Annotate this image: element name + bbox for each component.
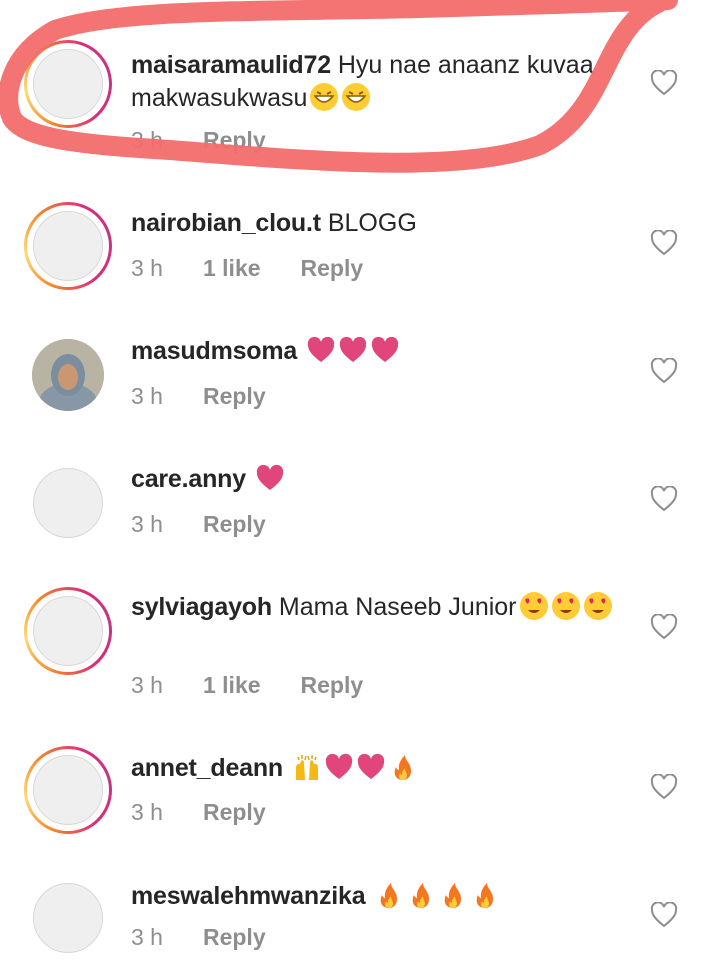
reply-button[interactable]: Reply xyxy=(203,799,266,826)
heart-eyes-emoji-icon xyxy=(581,592,613,621)
comment-text: BLOGG xyxy=(327,209,417,237)
heart-outline-icon[interactable] xyxy=(650,486,678,512)
heart-outline-icon[interactable] xyxy=(650,614,678,640)
fire-emoji-icon xyxy=(372,882,404,910)
comment-time: 3 h xyxy=(131,255,163,281)
reply-button[interactable]: Reply xyxy=(301,672,364,699)
comment-meta: 3 h Reply xyxy=(131,127,306,154)
comment-time: 3 h xyxy=(131,672,163,698)
reply-button[interactable]: Reply xyxy=(301,255,364,282)
avatar[interactable] xyxy=(24,746,112,834)
avatar[interactable] xyxy=(24,202,112,290)
likes-count[interactable]: 1 like xyxy=(203,255,261,282)
avatar[interactable] xyxy=(24,331,112,419)
fire-emoji-icon xyxy=(386,754,418,782)
grin-emoji-icon xyxy=(307,83,339,112)
comment-time: 3 h xyxy=(131,511,163,537)
comment-time: 3 h xyxy=(131,383,163,409)
comment-text: Mama Naseeb Junior xyxy=(278,593,517,621)
comment-meta: 3 h 1 like Reply xyxy=(131,255,403,282)
reply-button[interactable]: Reply xyxy=(203,127,266,154)
comment-meta: 3 h Reply xyxy=(131,799,306,826)
comment-username[interactable]: sylviagayoh xyxy=(131,593,272,621)
heart-outline-icon[interactable] xyxy=(650,902,678,928)
fire-emoji-icon xyxy=(404,882,436,910)
avatar[interactable] xyxy=(24,459,112,547)
heart-outline-icon[interactable] xyxy=(650,70,678,96)
comment-time: 3 h xyxy=(131,127,163,153)
heart-eyes-emoji-icon xyxy=(517,592,549,621)
comment-username[interactable]: care.anny xyxy=(131,465,246,493)
heart-eyes-emoji-icon xyxy=(549,592,581,621)
comment-meta: 3 h Reply xyxy=(131,511,306,538)
comment-username[interactable]: meswalehmwanzika xyxy=(131,882,366,910)
raised-hands-emoji-icon xyxy=(290,754,322,782)
fire-emoji-icon xyxy=(468,882,500,910)
comment-meta: 3 h Reply xyxy=(131,383,306,410)
comment-time: 3 h xyxy=(131,799,163,825)
heart-emoji-icon xyxy=(253,464,285,493)
heart-emoji-icon xyxy=(368,336,400,365)
heart-outline-icon[interactable] xyxy=(650,358,678,384)
avatar[interactable] xyxy=(24,40,112,128)
comment-username[interactable]: annet_deann xyxy=(131,754,283,782)
comment-username[interactable]: nairobian_clou.t xyxy=(131,209,321,237)
comment-meta: 3 h 1 like Reply xyxy=(131,672,403,699)
heart-emoji-icon xyxy=(354,753,386,782)
heart-emoji-icon xyxy=(336,336,368,365)
heart-emoji-icon xyxy=(322,753,354,782)
likes-count[interactable]: 1 like xyxy=(203,672,261,699)
reply-button[interactable]: Reply xyxy=(203,383,266,410)
heart-emoji-icon xyxy=(304,336,336,365)
heart-outline-icon[interactable] xyxy=(650,774,678,800)
comment-username[interactable]: maisaramaulid72 xyxy=(131,51,331,79)
avatar[interactable] xyxy=(24,874,112,962)
avatar[interactable] xyxy=(24,587,112,675)
grin-emoji-icon xyxy=(339,83,371,112)
fire-emoji-icon xyxy=(436,882,468,910)
reply-button[interactable]: Reply xyxy=(203,511,266,538)
comment-username[interactable]: masudmsoma xyxy=(131,337,297,365)
heart-outline-icon[interactable] xyxy=(650,230,678,256)
